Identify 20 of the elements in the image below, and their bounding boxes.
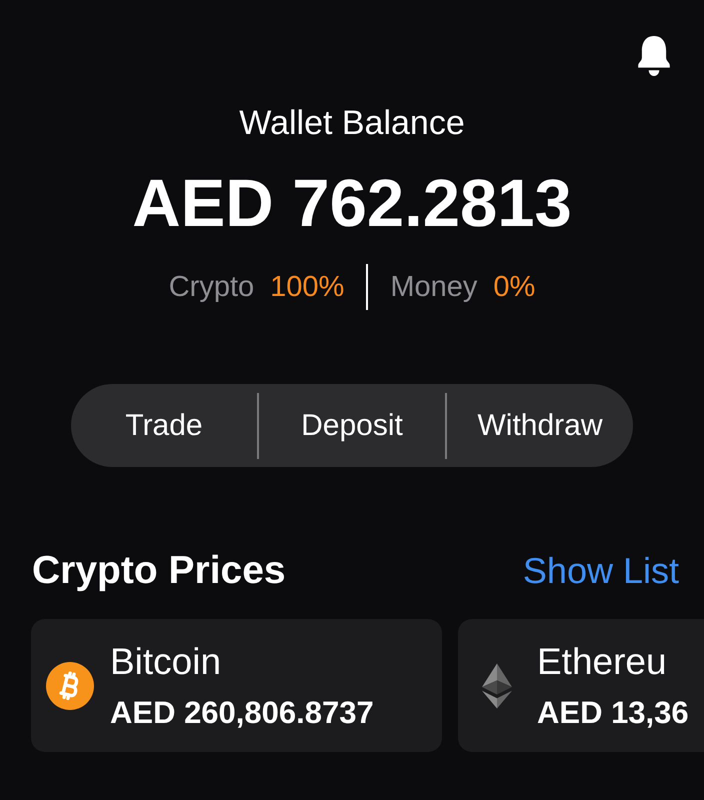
action-button[interactable]: Trade <box>71 384 257 467</box>
coin-price: AED 13,36 <box>537 694 689 732</box>
allocation-label: Money <box>390 270 478 304</box>
action-button[interactable]: Deposit <box>259 384 445 467</box>
coin-card[interactable]: Ethereu AED 13,36 <box>458 619 704 752</box>
allocation-percent: 0% <box>493 270 536 304</box>
bell-icon[interactable] <box>636 36 672 76</box>
allocation-label: Crypto <box>168 270 254 304</box>
balance-label: Wallet Balance <box>239 103 465 144</box>
coin-card[interactable]: Bitcoin AED 260,806.8737 <box>31 619 442 752</box>
coin-name: Bitcoin <box>110 640 222 684</box>
show-list-link[interactable]: Show List <box>522 550 679 592</box>
coin-icon <box>46 662 94 710</box>
allocation-percent: 100% <box>270 270 344 304</box>
coin-price: AED 260,806.8737 <box>110 694 374 732</box>
coin-name: Ethereu <box>537 640 668 684</box>
balance-amount: AED 762.2813 <box>132 165 572 243</box>
section-title: Crypto Prices <box>32 549 286 593</box>
diamond-icon <box>482 662 512 708</box>
action-button[interactable]: Withdraw <box>447 384 633 467</box>
